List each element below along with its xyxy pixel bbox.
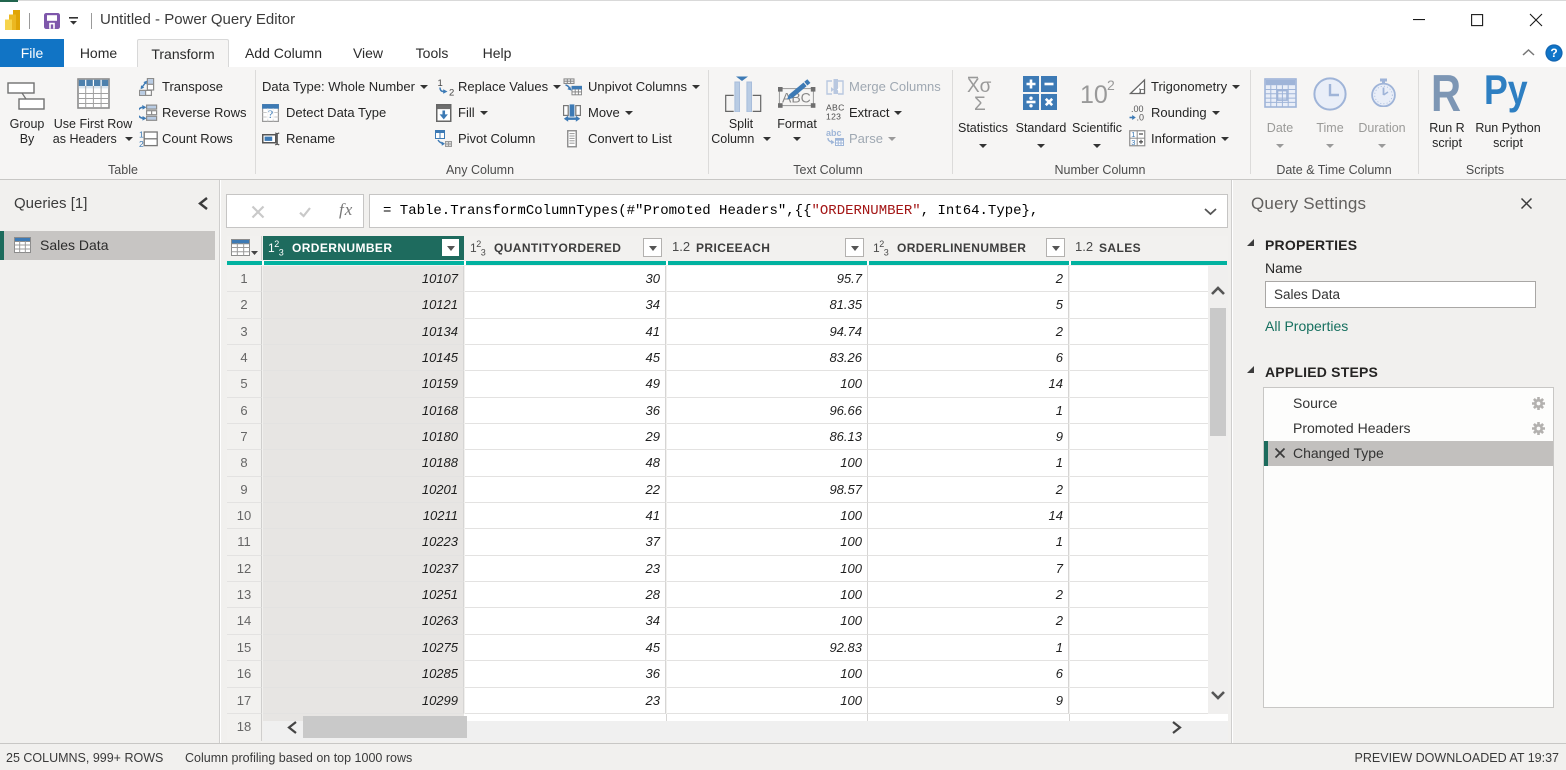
svg-text:Σ: Σ: [974, 94, 986, 112]
svg-text:.0: .0: [1137, 113, 1145, 122]
svg-text:2: 2: [139, 139, 144, 148]
svg-text:?: ?: [268, 107, 273, 121]
svg-text:10: 10: [1080, 81, 1108, 108]
svg-text:?: ?: [1550, 46, 1557, 60]
svg-text:3: 3: [1131, 138, 1135, 147]
svg-text:2: 2: [1107, 78, 1115, 93]
svg-text:abc: abc: [826, 129, 842, 138]
svg-text:2: 2: [449, 88, 454, 97]
svg-text:123: 123: [826, 112, 841, 121]
svg-text:1: 1: [438, 78, 443, 89]
